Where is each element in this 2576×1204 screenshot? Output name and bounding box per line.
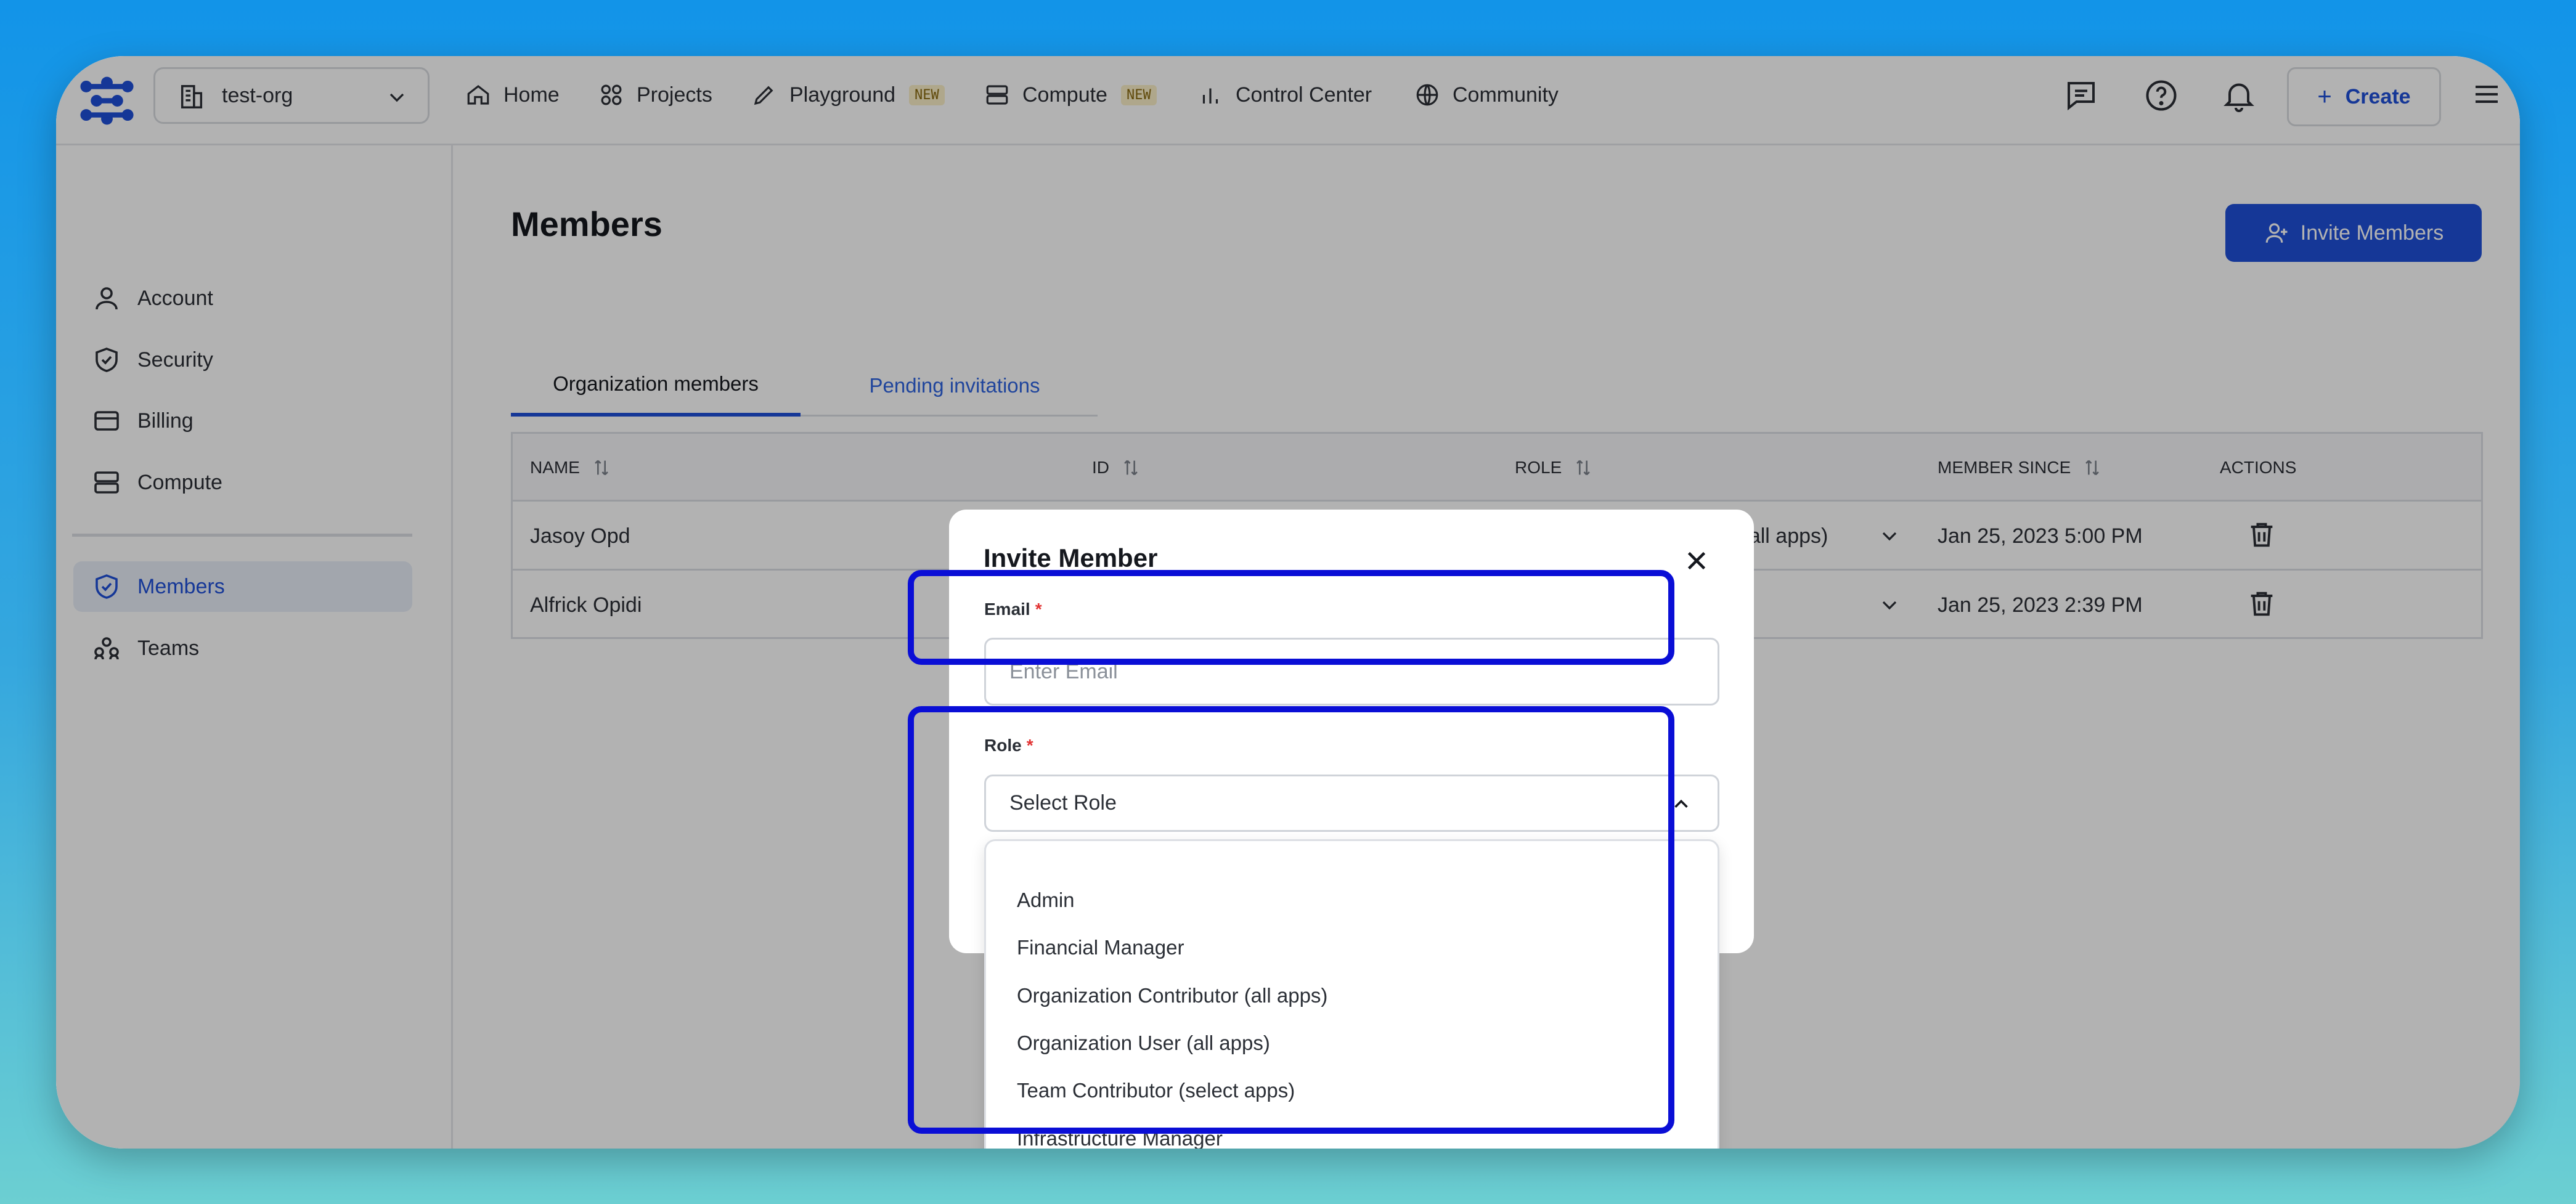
role-option-team-contributor[interactable]: Team Contributor (select apps) — [1017, 1069, 1295, 1112]
required-asterisk: * — [1026, 736, 1033, 755]
chevron-up-icon — [1674, 799, 1688, 808]
role-option-admin[interactable]: Admin — [1017, 879, 1075, 922]
role-option-organization-user[interactable]: Organization User (all apps) — [1017, 1022, 1270, 1065]
required-asterisk: * — [1035, 600, 1042, 619]
app-window: test-org Home Projects Playground NEW Co… — [56, 56, 2520, 1149]
role-option-organization-contributor[interactable]: Organization Contributor (all apps) — [1017, 974, 1327, 1017]
dialog-title: Invite Member — [984, 543, 1158, 572]
role-option-financial-manager[interactable]: Financial Manager — [1017, 926, 1184, 969]
close-icon[interactable] — [1681, 545, 1712, 576]
email-label-text: Email — [984, 600, 1030, 619]
role-select[interactable]: Select Role — [984, 775, 1719, 832]
email-label: Email * — [984, 600, 1042, 619]
role-select-value: Select Role — [1009, 791, 1117, 815]
role-label: Role * — [984, 736, 1033, 755]
role-option-infrastructure-manager[interactable]: Infrastructure Manager — [1017, 1117, 1223, 1149]
role-options-list: Admin Financial Manager Organization Con… — [984, 839, 1719, 1149]
role-label-text: Role — [984, 736, 1022, 755]
email-field[interactable] — [984, 638, 1719, 706]
